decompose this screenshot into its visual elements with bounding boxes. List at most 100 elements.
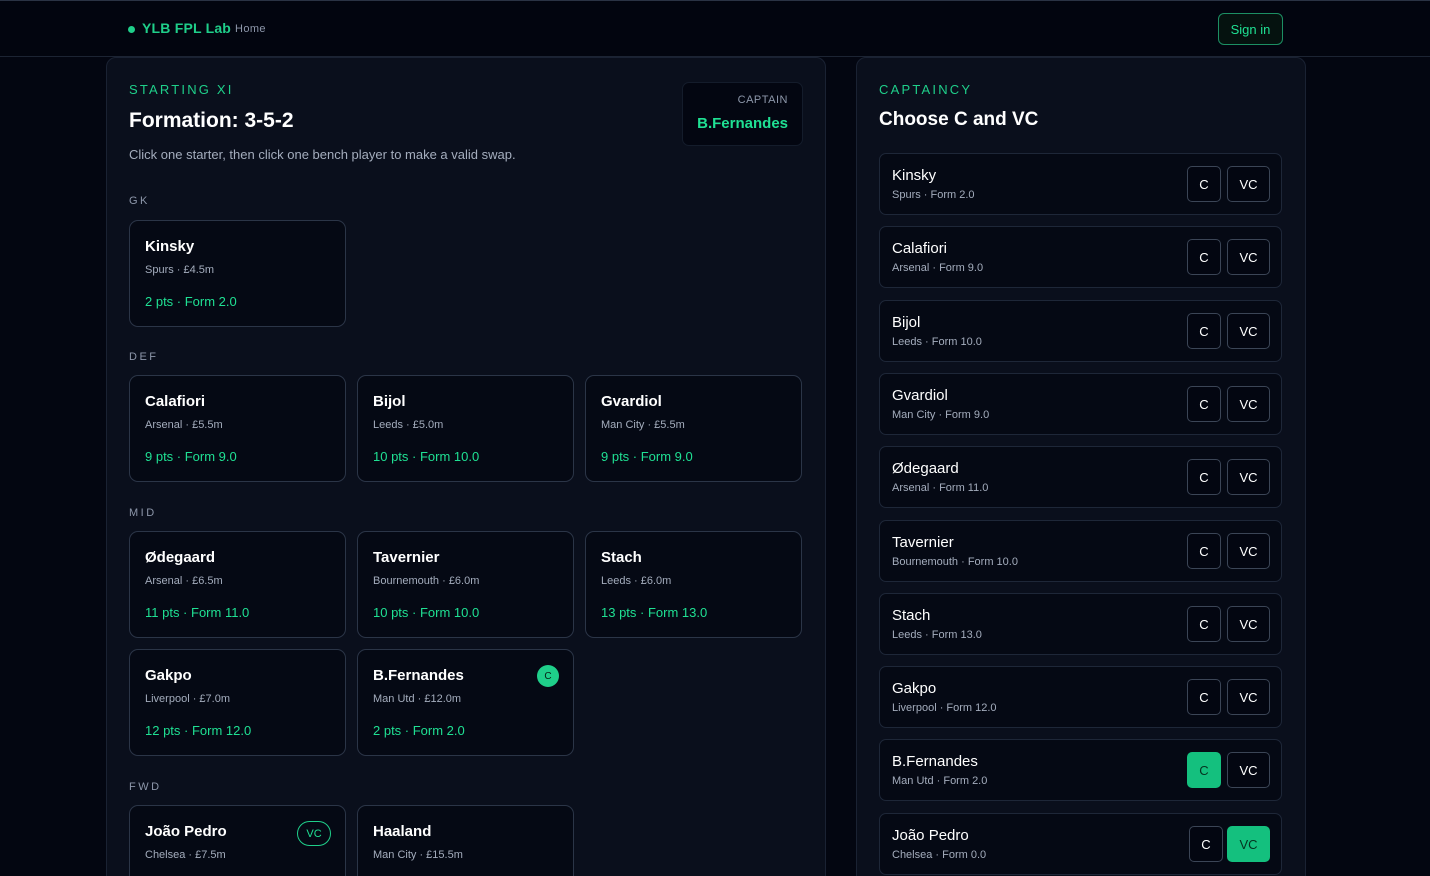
- player-meta: Chelsea · £7.5m: [145, 849, 226, 861]
- player-card[interactable]: Kinsky Spurs · £4.5m 2 pts · Form 2.0: [129, 220, 346, 327]
- player-card[interactable]: Bijol Leeds · £5.0m 10 pts · Form 10.0: [357, 375, 574, 482]
- captaincy-player-meta: Arsenal · Form 11.0: [892, 482, 989, 494]
- player-name: Calafiori: [145, 393, 206, 410]
- set-vice-captain-button[interactable]: VC: [1227, 533, 1270, 569]
- set-captain-button[interactable]: C: [1187, 166, 1221, 202]
- set-captain-button[interactable]: C: [1189, 826, 1223, 862]
- top-nav-bar: YLB FPL Lab Home Sign in: [0, 0, 1430, 57]
- starting-xi-panel: STARTING XI Formation: 3-5-2 Click one s…: [106, 57, 826, 876]
- captaincy-player-meta: Bournemouth · Form 10.0: [892, 556, 1018, 568]
- captain-summary-label: CAPTAIN: [737, 94, 788, 106]
- set-vice-captain-button[interactable]: VC: [1227, 679, 1270, 715]
- set-vice-captain-button[interactable]: VC: [1227, 752, 1270, 788]
- player-points: 2 pts · Form 2.0: [145, 294, 237, 309]
- captain-badge: C: [537, 665, 559, 687]
- captaincy-player-name: Tavernier: [892, 534, 954, 551]
- player-card[interactable]: Gvardiol Man City · £5.5m 9 pts · Form 9…: [585, 375, 802, 482]
- set-vice-captain-button[interactable]: VC: [1227, 826, 1270, 862]
- set-vice-captain-button[interactable]: VC: [1227, 313, 1270, 349]
- position-label-def: DEF: [129, 351, 159, 363]
- captaincy-row: João Pedro Chelsea · Form 0.0 C VC: [879, 813, 1282, 875]
- player-card[interactable]: B.Fernandes Man Utd · £12.0m 2 pts · For…: [357, 649, 574, 756]
- player-name: Tavernier: [373, 549, 440, 566]
- sign-in-button[interactable]: Sign in: [1218, 13, 1283, 45]
- player-card[interactable]: Calafiori Arsenal · £5.5m 9 pts · Form 9…: [129, 375, 346, 482]
- captaincy-player-name: João Pedro: [892, 827, 969, 844]
- captaincy-row: Ødegaard Arsenal · Form 11.0 C VC: [879, 446, 1282, 508]
- set-captain-button[interactable]: C: [1187, 752, 1221, 788]
- player-name: Gvardiol: [601, 393, 662, 410]
- player-card[interactable]: Haaland Man City · £15.5m: [357, 805, 574, 876]
- captaincy-player-name: Kinsky: [892, 167, 937, 184]
- captaincy-panel: CAPTAINCY Choose C and VC Kinsky Spurs · …: [856, 57, 1306, 876]
- player-name: Ødegaard: [145, 549, 216, 566]
- player-meta: Liverpool · £7.0m: [145, 693, 230, 705]
- player-points: 9 pts · Form 9.0: [601, 449, 693, 464]
- player-meta: Man Utd · £12.0m: [373, 693, 462, 705]
- brand-dot-icon: [128, 26, 135, 33]
- set-vice-captain-button[interactable]: VC: [1227, 166, 1270, 202]
- set-captain-button[interactable]: C: [1187, 533, 1221, 569]
- player-name: Kinsky: [145, 238, 195, 255]
- player-meta: Man City · £5.5m: [601, 419, 685, 431]
- player-card[interactable]: Gakpo Liverpool · £7.0m 12 pts · Form 12…: [129, 649, 346, 756]
- set-captain-button[interactable]: C: [1187, 239, 1221, 275]
- swap-hint: Click one starter, then click one bench …: [129, 147, 516, 162]
- captaincy-player-name: Bijol: [892, 314, 921, 331]
- player-card[interactable]: Tavernier Bournemouth · £6.0m 10 pts · F…: [357, 531, 574, 638]
- player-meta: Bournemouth · £6.0m: [373, 575, 480, 587]
- captaincy-row: Bijol Leeds · Form 10.0 C VC: [879, 300, 1282, 362]
- player-points: 11 pts · Form 11.0: [145, 605, 250, 620]
- set-captain-button[interactable]: C: [1187, 386, 1221, 422]
- captaincy-player-name: Gakpo: [892, 680, 937, 697]
- set-vice-captain-button[interactable]: VC: [1227, 606, 1270, 642]
- captaincy-row: Gvardiol Man City · Form 9.0 C VC: [879, 373, 1282, 435]
- player-name: Bijol: [373, 393, 406, 410]
- home-link[interactable]: Home: [235, 23, 266, 35]
- player-meta: Leeds · £5.0m: [373, 419, 444, 431]
- captaincy-player-meta: Man City · Form 9.0: [892, 409, 990, 421]
- captaincy-row: Tavernier Bournemouth · Form 10.0 C VC: [879, 520, 1282, 582]
- set-captain-button[interactable]: C: [1187, 459, 1221, 495]
- player-meta: Arsenal · £6.5m: [145, 575, 223, 587]
- starting-xi-eyebrow: STARTING XI: [129, 82, 234, 97]
- captaincy-player-meta: Leeds · Form 13.0: [892, 629, 982, 641]
- player-card[interactable]: Ødegaard Arsenal · £6.5m 11 pts · Form 1…: [129, 531, 346, 638]
- set-vice-captain-button[interactable]: VC: [1227, 386, 1270, 422]
- player-meta: Spurs · £4.5m: [145, 264, 215, 276]
- vice-captain-badge: VC: [297, 821, 331, 846]
- player-meta: Man City · £15.5m: [373, 849, 463, 861]
- captaincy-title: Choose C and VC: [879, 109, 1039, 130]
- player-card[interactable]: João Pedro Chelsea · £7.5m VC: [129, 805, 346, 876]
- set-captain-button[interactable]: C: [1187, 679, 1221, 715]
- player-points: 2 pts · Form 2.0: [373, 723, 465, 738]
- captaincy-player-name: Ødegaard: [892, 460, 959, 477]
- set-vice-captain-button[interactable]: VC: [1227, 459, 1270, 495]
- player-points: 13 pts · Form 13.0: [601, 605, 708, 620]
- position-label-fwd: FWD: [129, 781, 162, 793]
- brand-name[interactable]: YLB FPL Lab: [142, 20, 231, 36]
- captaincy-player-meta: Leeds · Form 10.0: [892, 336, 982, 348]
- captaincy-eyebrow: CAPTAINCY: [879, 82, 973, 97]
- player-card[interactable]: Stach Leeds · £6.0m 13 pts · Form 13.0: [585, 531, 802, 638]
- captaincy-row: Stach Leeds · Form 13.0 C VC: [879, 593, 1282, 655]
- captaincy-player-name: Gvardiol: [892, 387, 948, 404]
- captaincy-player-meta: Liverpool · Form 12.0: [892, 702, 997, 714]
- captaincy-player-meta: Man Utd · Form 2.0: [892, 775, 988, 787]
- player-name: B.Fernandes: [373, 667, 464, 684]
- set-captain-button[interactable]: C: [1187, 313, 1221, 349]
- player-meta: Arsenal · £5.5m: [145, 419, 223, 431]
- player-name: Haaland: [373, 823, 432, 840]
- captain-summary: CAPTAIN B.Fernandes: [682, 82, 803, 146]
- captaincy-player-meta: Spurs · Form 2.0: [892, 189, 975, 201]
- player-points: 12 pts · Form 12.0: [145, 723, 252, 738]
- player-name: Gakpo: [145, 667, 192, 684]
- captaincy-row: Gakpo Liverpool · Form 12.0 C VC: [879, 666, 1282, 728]
- player-name: João Pedro: [145, 823, 227, 840]
- position-label-gk: GK: [129, 195, 150, 207]
- captaincy-player-name: Stach: [892, 607, 931, 624]
- set-vice-captain-button[interactable]: VC: [1227, 239, 1270, 275]
- captaincy-row: Calafiori Arsenal · Form 9.0 C VC: [879, 226, 1282, 288]
- captaincy-player-name: Calafiori: [892, 240, 948, 257]
- set-captain-button[interactable]: C: [1187, 606, 1221, 642]
